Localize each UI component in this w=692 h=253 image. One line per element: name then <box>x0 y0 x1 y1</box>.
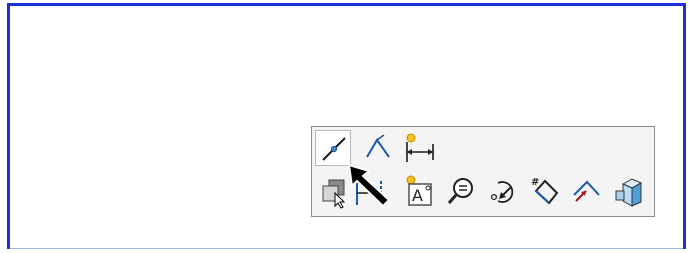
svg-text:#: # <box>531 177 539 188</box>
centerline-icon[interactable] <box>360 130 396 166</box>
pointer-arrow-icon <box>347 162 393 208</box>
smart-dimension-icon[interactable] <box>402 130 438 166</box>
note-text-icon[interactable]: A <box>402 173 438 209</box>
zoom-to-fit-icon[interactable] <box>443 173 479 209</box>
numbered-tag-icon[interactable]: # <box>527 173 563 209</box>
3d-box-icon[interactable] <box>610 173 646 209</box>
rotate-view-icon[interactable] <box>486 173 522 209</box>
workspace-divider <box>10 248 683 249</box>
copy-entities-icon[interactable] <box>315 173 351 209</box>
sketch-line-icon[interactable] <box>315 130 351 166</box>
angle-line-icon[interactable] <box>568 173 604 209</box>
svg-text:A: A <box>412 186 423 205</box>
